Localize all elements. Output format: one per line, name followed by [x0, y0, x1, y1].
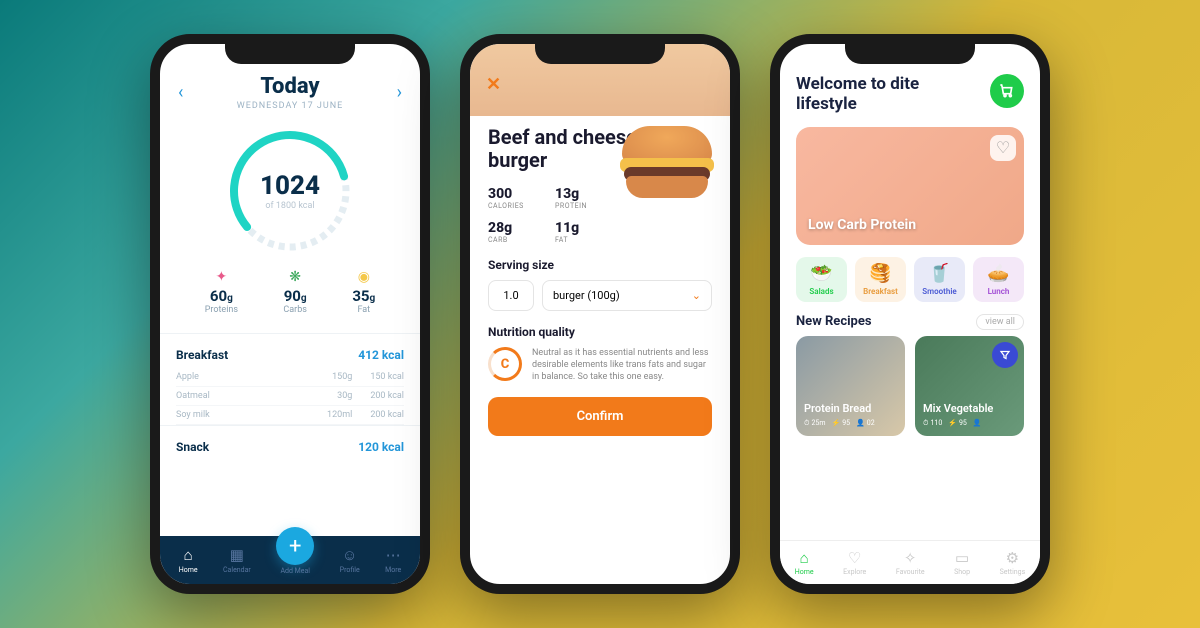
nav-home[interactable]: ⌂Home	[179, 546, 198, 574]
home-icon: ⌂	[800, 549, 809, 567]
nutrition-calories: 300CALORIES	[488, 186, 541, 210]
category-breakfast[interactable]: 🥞Breakfast	[855, 257, 906, 302]
meal-item-row[interactable]: Oatmeal30g200 kcal	[176, 387, 404, 406]
add-meal-button[interactable]: +	[276, 527, 314, 565]
nutrition-grid: 300CALORIES 13gPROTEIN 28gCARB 11gFAT	[488, 186, 608, 244]
calendar-icon: ▦	[230, 546, 244, 564]
person-icon: 👤	[856, 419, 865, 427]
clock-icon: ⏱	[804, 419, 809, 428]
lunch-icon: 🥧	[987, 263, 1009, 284]
heart-icon: ♡	[996, 138, 1010, 157]
recipe-card[interactable]: Protein Bread ⏱25m ⚡95 👤02	[796, 336, 905, 436]
quality-grade-badge: C	[488, 347, 522, 381]
favorite-button[interactable]: ♡	[990, 135, 1016, 161]
bottom-nav: ⌂Home ▦Calendar +Add Meal ☺Profile ⋯More	[160, 536, 420, 584]
recipe-meta: ⏱110 ⚡95 👤	[923, 419, 1016, 428]
breakfast-icon: 🥞	[869, 263, 891, 284]
category-smoothie[interactable]: 🥤Smoothie	[914, 257, 965, 302]
nav-shop[interactable]: ▭Shop	[954, 549, 970, 576]
nutrition-protein: 13gPROTEIN	[555, 186, 608, 210]
clock-icon: ⏱	[923, 419, 928, 428]
cart-icon	[999, 83, 1015, 99]
profile-icon: ☺	[342, 546, 357, 564]
meal-kcal: 120 kcal	[358, 440, 404, 454]
salad-icon: 🥗	[810, 263, 832, 284]
hero-card[interactable]: ♡ Low Carb Protein	[796, 127, 1024, 245]
view-all-button[interactable]: view all	[976, 314, 1024, 330]
phone-calorie-tracker: ‹ Today WEDNESDAY 17 JUNE › 1024 of 1800…	[150, 34, 430, 594]
phone-notch	[225, 42, 355, 64]
nutrition-quality-label: Nutrition quality	[488, 325, 712, 339]
nav-favourite[interactable]: ✧Favourite	[896, 549, 925, 576]
next-day-button[interactable]: ›	[397, 82, 402, 103]
phone-notch	[845, 42, 975, 64]
phone-notch	[535, 42, 665, 64]
macro-fat: ◉ 35g Fat	[352, 269, 375, 315]
nav-profile[interactable]: ☺Profile	[340, 546, 360, 574]
home-icon: ⌂	[184, 546, 193, 564]
meal-section-snack[interactable]: Snack 120 kcal	[160, 425, 420, 454]
meal-section-breakfast[interactable]: Breakfast 412 kcal Apple150g150 kcal Oat…	[160, 333, 420, 425]
prev-day-button[interactable]: ‹	[178, 82, 183, 103]
confirm-button[interactable]: Confirm	[488, 397, 712, 436]
category-lunch[interactable]: 🥧Lunch	[973, 257, 1024, 302]
section-title: New Recipes	[796, 314, 872, 329]
meal-kcal: 412 kcal	[358, 348, 404, 362]
recipe-card[interactable]: Mix Vegetable ⏱110 ⚡95 👤	[915, 336, 1024, 436]
recipe-meta: ⏱25m ⚡95 👤02	[804, 419, 897, 428]
recipe-name: Mix Vegetable	[923, 402, 1016, 415]
chevron-down-icon: ⌄	[692, 289, 701, 302]
filter-button[interactable]	[992, 342, 1018, 368]
calories-goal-text: of 1800 kcal	[265, 201, 314, 211]
nutrition-carb: 28gCARB	[488, 220, 541, 244]
recipe-name: Protein Bread	[804, 402, 897, 415]
nav-more[interactable]: ⋯More	[385, 546, 401, 574]
energy-icon: ⚡	[948, 419, 957, 427]
nav-add-meal[interactable]: +Add Meal	[276, 545, 314, 575]
macro-proteins: ✦ 60g Proteins	[205, 269, 238, 315]
filter-icon	[999, 349, 1011, 361]
bottom-nav: ⌂Home ♡Explore ✧Favourite ▭Shop ⚙Setting…	[780, 540, 1040, 584]
nav-explore[interactable]: ♡Explore	[843, 549, 866, 576]
calorie-gauge: 1024 of 1800 kcal	[220, 121, 360, 261]
compass-icon: ✧	[904, 549, 917, 567]
phone-food-detail: ✕ Beef and cheese burger 300CALORIES 13g…	[460, 34, 740, 594]
energy-icon: ⚡	[831, 419, 840, 427]
calories-value: 1024	[260, 171, 320, 201]
fat-icon: ◉	[352, 269, 375, 285]
meal-name: Snack	[176, 440, 209, 454]
meal-item-row[interactable]: Soy milk120ml200 kcal	[176, 406, 404, 425]
quality-description: Neutral as it has essential nutrients an…	[532, 347, 712, 383]
phone-diet-lifestyle: Welcome to dite lifestyle ♡ Low Carb Pro…	[770, 34, 1050, 594]
proteins-icon: ✦	[205, 269, 238, 285]
page-title: Welcome to dite lifestyle	[796, 74, 966, 115]
category-salads[interactable]: 🥗Salads	[796, 257, 847, 302]
nav-home[interactable]: ⌂Home	[795, 549, 814, 576]
nutrition-fat: 11gFAT	[555, 220, 608, 244]
nav-calendar[interactable]: ▦Calendar	[223, 546, 251, 574]
food-image	[612, 116, 722, 216]
smoothie-icon: 🥤	[928, 263, 950, 284]
hero-card-title: Low Carb Protein	[808, 217, 916, 233]
close-button[interactable]: ✕	[486, 74, 501, 95]
heart-icon: ♡	[848, 549, 861, 567]
serving-unit-select[interactable]: burger (100g) ⌄	[542, 280, 712, 311]
meal-name: Breakfast	[176, 348, 228, 362]
cart-button[interactable]	[990, 74, 1024, 108]
categories-row: 🥗Salads 🥞Breakfast 🥤Smoothie 🥧Lunch	[796, 257, 1024, 302]
more-icon: ⋯	[386, 546, 401, 564]
person-icon: 👤	[973, 419, 982, 427]
serving-qty-input[interactable]: 1.0	[488, 280, 534, 311]
page-title: Today	[237, 74, 343, 99]
nav-settings[interactable]: ⚙Settings	[1000, 549, 1026, 576]
gear-icon: ⚙	[1006, 549, 1019, 567]
meal-item-row[interactable]: Apple150g150 kcal	[176, 368, 404, 387]
shop-icon: ▭	[955, 549, 969, 567]
serving-size-label: Serving size	[488, 258, 712, 272]
